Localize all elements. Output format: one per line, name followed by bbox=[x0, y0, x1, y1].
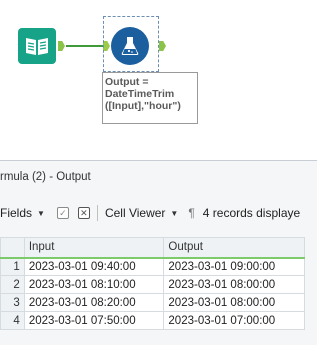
cell-input[interactable]: 2023-03-01 08:10:00 bbox=[23, 275, 165, 294]
row-number: 2 bbox=[0, 275, 25, 294]
cell-output[interactable]: 2023-03-01 08:00:00 bbox=[163, 293, 305, 312]
fields-dropdown[interactable]: Fields ▼ bbox=[0, 206, 45, 220]
checkbox-icon[interactable]: ✓ bbox=[56, 207, 69, 219]
records-count: 4 records displaye bbox=[202, 206, 301, 220]
results-title: rmula (2) - Output bbox=[0, 171, 91, 183]
row-number: 4 bbox=[0, 311, 25, 330]
table-row[interactable]: 2 2023-03-01 08:10:00 2023-03-01 08:00:0… bbox=[0, 275, 305, 294]
row-number: 1 bbox=[0, 257, 25, 276]
formula-annotation: Output = DateTimeTrim ([Input],"hour") bbox=[102, 72, 198, 124]
table-row[interactable]: 4 2023-03-01 07:50:00 2023-03-01 07:00:0… bbox=[0, 311, 305, 330]
grid-header-row: Input Output bbox=[0, 237, 305, 259]
chevron-down-icon: ▼ bbox=[170, 208, 179, 218]
fields-label: Fields bbox=[0, 206, 33, 220]
cell-output[interactable]: 2023-03-01 07:00:00 bbox=[163, 311, 305, 330]
cell-output[interactable]: 2023-03-01 08:00:00 bbox=[163, 275, 305, 294]
column-header-output[interactable]: Output bbox=[163, 237, 305, 259]
input-data-tool[interactable] bbox=[18, 28, 56, 64]
results-grid: Input Output 1 2023-03-01 09:40:00 2023-… bbox=[0, 237, 305, 330]
cell-viewer-label: Cell Viewer bbox=[104, 206, 166, 220]
column-header-input[interactable]: Input bbox=[23, 237, 165, 259]
cell-viewer-dropdown[interactable]: Cell Viewer ▼ bbox=[105, 206, 178, 220]
table-row[interactable]: 1 2023-03-01 09:40:00 2023-03-01 09:00:0… bbox=[0, 257, 305, 276]
workflow-canvas[interactable]: Output = DateTimeTrim ([Input],"hour") bbox=[0, 0, 317, 160]
flask-icon bbox=[121, 37, 139, 55]
row-number: 3 bbox=[0, 293, 25, 312]
cell-input[interactable]: 2023-03-01 08:20:00 bbox=[23, 293, 165, 312]
table-row[interactable]: 3 2023-03-01 08:20:00 2023-03-01 08:00:0… bbox=[0, 293, 305, 312]
book-icon bbox=[26, 38, 48, 55]
chevron-down-icon: ▼ bbox=[37, 208, 45, 218]
cell-input[interactable]: 2023-03-01 07:50:00 bbox=[23, 311, 165, 330]
formula-tool-output-anchor[interactable] bbox=[159, 41, 166, 51]
results-panel: rmula (2) - Output Fields ▼ ✓ ✕ Cell Vie… bbox=[0, 160, 317, 345]
cell-output[interactable]: 2023-03-01 09:00:00 bbox=[163, 257, 305, 276]
cell-input[interactable]: 2023-03-01 09:40:00 bbox=[23, 257, 165, 276]
toolbar-divider bbox=[96, 205, 98, 221]
close-icon[interactable]: ✕ bbox=[77, 207, 90, 219]
pilcrow-icon[interactable]: ¶ bbox=[188, 206, 194, 220]
row-number-header bbox=[0, 237, 25, 259]
input-tool-output-anchor[interactable] bbox=[58, 41, 65, 51]
results-toolbar: Fields ▼ ✓ ✕ Cell Viewer ▼ ¶ 4 records d… bbox=[0, 202, 317, 224]
formula-tool[interactable] bbox=[111, 27, 149, 65]
connection-line[interactable] bbox=[66, 45, 104, 47]
